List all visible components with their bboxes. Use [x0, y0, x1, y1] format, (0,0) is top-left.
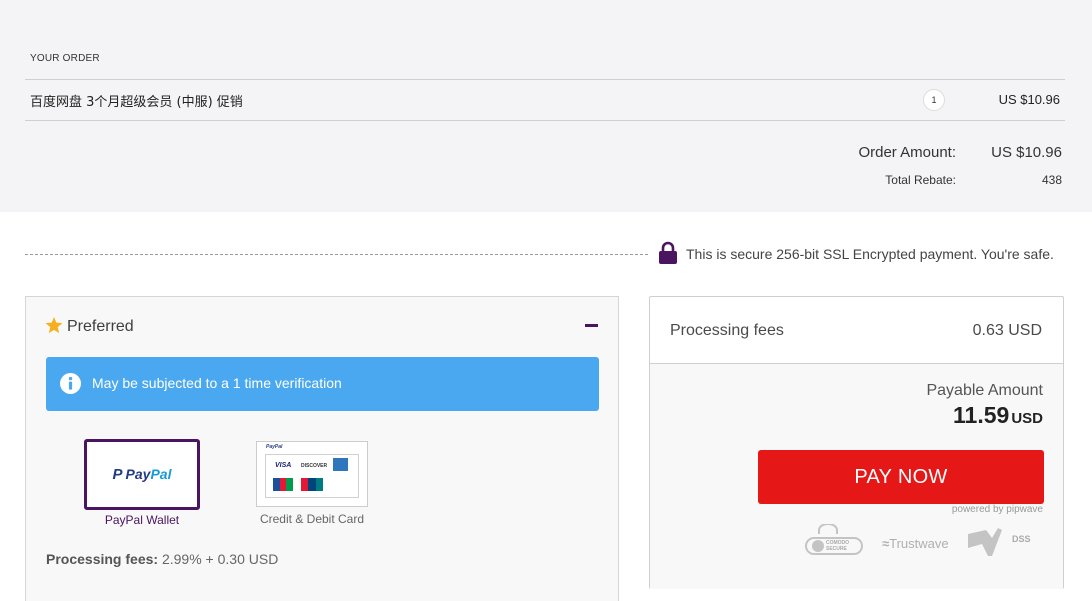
trustwave-badge: ≈Trustwave: [882, 536, 949, 551]
preferred-title: Preferred: [67, 318, 134, 335]
payment-summary-panel: Processing fees 0.63 USD Payable Amount …: [649, 296, 1064, 589]
pay-now-button[interactable]: PAY NOW: [758, 450, 1044, 504]
order-item-quantity-badge: 1: [923, 89, 945, 111]
paypal-logo-box[interactable]: P PayPal: [84, 439, 200, 510]
card-paypal-mini-logo: PayPal: [266, 444, 283, 450]
collapse-minus-icon[interactable]: [585, 324, 598, 327]
visa-logo: VISA: [275, 462, 292, 469]
card-logos-box[interactable]: PayPal VISA DISCOVER: [256, 441, 368, 507]
total-rebate-value: 438: [1041, 173, 1062, 187]
verification-alert-text: May be subjected to a 1 time verificatio…: [92, 375, 342, 391]
paypal-logo: P PayPal: [113, 466, 172, 483]
processing-fees-label: Processing fees: [670, 322, 784, 339]
amex-logo: [333, 458, 348, 471]
ssl-secure-message: This is secure 256-bit SSL Encrypted pay…: [686, 246, 1054, 262]
order-amount-label: Order Amount:: [858, 144, 956, 161]
paypal-p-mark: P: [112, 466, 123, 483]
payable-amount-label: Payable Amount: [926, 382, 1043, 399]
verification-alert: May be subjected to a 1 time verificatio…: [46, 357, 599, 411]
order-heading: YOUR ORDER: [30, 53, 100, 64]
discover-logo: DISCOVER: [301, 463, 328, 469]
credit-debit-card-label: Credit & Debit Card: [259, 512, 365, 526]
paypal-logo-pay: Pay: [125, 466, 151, 482]
processing-fees-value: 0.63 USD: [972, 322, 1042, 339]
method-processing-fees: Processing fees: 2.99% + 0.30 USD: [46, 551, 278, 567]
order-summary: YOUR ORDER 百度网盘 3个月超级会员 (中服) 促销 1 US $10…: [0, 0, 1092, 212]
order-item-name: 百度网盘 3个月超级会员 (中服) 促销: [30, 95, 243, 110]
trustwave-badge-text: Trustwave: [889, 536, 949, 551]
payable-section: Payable Amount 11.59 USD PAY NOW powered …: [650, 364, 1063, 589]
preferred-payment-panel: Preferred May be subjected to a 1 time v…: [25, 296, 619, 601]
pci-dss-badge: DSS: [966, 528, 1031, 563]
order-amount-value: US $10.96: [991, 144, 1062, 161]
dashed-divider: [25, 254, 648, 255]
info-icon: [60, 373, 81, 399]
method-fees-label: Processing fees:: [46, 551, 159, 567]
paypal-wallet-option[interactable]: P PayPal PayPal Wallet: [84, 439, 200, 527]
lock-icon: [658, 241, 678, 270]
paypal-logo-pal: Pal: [150, 466, 172, 482]
star-icon: [45, 317, 63, 339]
trust-badges: COMODO SECURE ≈Trustwave DSS: [798, 523, 1044, 565]
powered-by-text: powered by pipwave: [951, 504, 1043, 515]
comodo-secure-badge: COMODO SECURE: [804, 523, 864, 565]
total-rebate-label: Total Rebate:: [885, 173, 956, 187]
order-divider-bottom: [25, 120, 1065, 121]
order-item-price: US $10.96: [998, 92, 1060, 107]
pci-dss-badge-text: DSS: [1012, 534, 1031, 544]
credit-debit-card-option[interactable]: PayPal VISA DISCOVER Credit & Debit Card: [256, 441, 368, 526]
paypal-wallet-label: PayPal Wallet: [104, 513, 180, 527]
jcb-logo: [273, 478, 294, 491]
payable-amount-value: 11.59: [953, 402, 1010, 428]
unionpay-logo: [301, 478, 323, 491]
comodo-badge-text: COMODO SECURE: [826, 540, 850, 552]
payable-amount-currency: USD: [1011, 410, 1043, 427]
order-divider-top: [25, 79, 1065, 80]
payable-amount: 11.59 USD: [953, 402, 1043, 429]
method-fees-value: 2.99% + 0.30 USD: [161, 551, 279, 567]
